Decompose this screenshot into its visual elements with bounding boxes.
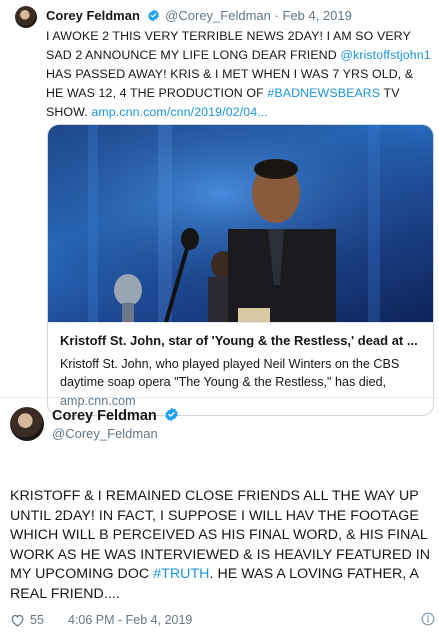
tweet-text: I AWOKE 2 THIS VERY TERRIBLE NEWS 2DAY! … <box>46 27 432 122</box>
display-name[interactable]: Corey Feldman <box>52 407 181 424</box>
avatar[interactable] <box>15 6 37 28</box>
tweet-footer: 55 4:06 PM - Feb 4, 2019 <box>10 611 435 629</box>
card-photo <box>48 125 433 322</box>
verified-badge-icon <box>147 9 159 22</box>
display-name[interactable]: Corey Feldman <box>46 8 140 23</box>
display-name-text: Corey Feldman <box>52 408 157 424</box>
handle[interactable]: @Corey_Feldman <box>165 8 271 23</box>
card-body[interactable]: Kristoff St. John, star of 'Young & the … <box>48 322 433 415</box>
handle[interactable]: @Corey_Feldman <box>52 426 158 441</box>
timestamp[interactable]: 4:06 PM - Feb 4, 2019 <box>68 613 192 627</box>
tweet-text: KRISTOFF & I REMAINED CLOSE FRIENDS ALL … <box>10 487 435 604</box>
card-image[interactable] <box>48 125 433 322</box>
tweet-date[interactable]: Feb 4, 2019 <box>282 8 351 23</box>
heart-icon[interactable] <box>10 613 25 627</box>
tweet-header: Corey Feldman @Corey_Feldman · Feb 4, 20… <box>46 8 352 23</box>
link-card[interactable]: Kristoff St. John, star of 'Young & the … <box>47 124 434 416</box>
avatar[interactable] <box>10 407 44 441</box>
divider <box>0 397 439 398</box>
info-icon[interactable] <box>421 612 435 626</box>
hashtag-link[interactable]: #TRUTH <box>153 566 209 582</box>
verified-badge-icon <box>165 407 178 422</box>
mention-link[interactable]: @kristoffstjohn1 <box>340 48 430 62</box>
url-link[interactable]: amp.cnn.com/cnn/2019/02/04... <box>91 105 267 119</box>
quoted-tweet[interactable]: Corey Feldman @Corey_Feldman · Feb 4, 20… <box>0 0 439 448</box>
card-title: Kristoff St. John, star of 'Young & the … <box>60 333 418 348</box>
like-count[interactable]: 55 <box>30 613 44 627</box>
hashtag-link[interactable]: #BADNEWSBEARS <box>267 86 380 100</box>
card-description: Kristoff St. John, who played played Nei… <box>60 357 400 389</box>
separator: · <box>274 8 279 23</box>
